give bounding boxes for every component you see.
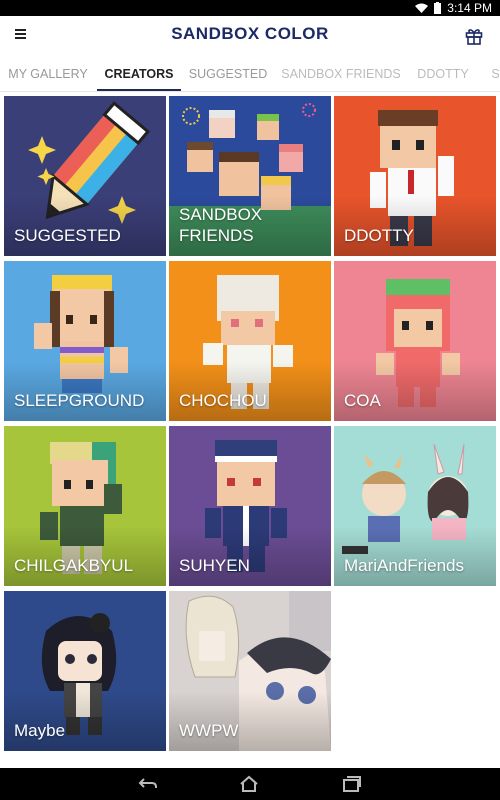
gift-icon[interactable]	[464, 26, 484, 46]
wifi-icon	[415, 3, 429, 14]
tab-ddotty[interactable]: DDOTTY	[412, 56, 474, 91]
system-nav-bar	[0, 768, 500, 800]
home-icon[interactable]	[238, 774, 260, 794]
tab-creators[interactable]: CREATORS	[97, 56, 181, 91]
app-bar: SANDBOX COLOR	[0, 16, 500, 56]
back-icon[interactable]	[137, 774, 159, 794]
card-ddotty[interactable]: DDOTTY	[334, 96, 496, 256]
card-label: MariAndFriends	[344, 556, 464, 575]
card-label: SUHYEN	[179, 556, 250, 575]
tab-bar: MY GALLERY CREATORS SUGGESTED SANDBOX FR…	[0, 56, 500, 92]
status-time: 3:14 PM	[447, 1, 492, 15]
recent-apps-icon[interactable]	[340, 774, 362, 794]
card-sandbox-friends[interactable]: SANDBOX FRIENDS	[169, 96, 331, 256]
card-wwpw[interactable]: WWPW	[169, 591, 331, 751]
card-mariandfriends[interactable]: MariAndFriends	[334, 426, 496, 586]
tab-suggested[interactable]: SUGGESTED	[186, 56, 270, 91]
card-chilgakbyul[interactable]: CHILGAKBYUL	[4, 426, 166, 586]
card-coa[interactable]: COA	[334, 261, 496, 421]
card-suhyen[interactable]: SUHYEN	[169, 426, 331, 586]
card-label: DDOTTY	[344, 226, 414, 245]
tab-my-gallery[interactable]: MY GALLERY	[0, 56, 96, 91]
tab-sandbox-friends[interactable]: SANDBOX FRIENDS	[278, 56, 404, 91]
card-label: SUGGESTED	[14, 226, 121, 245]
card-label: CHILGAKBYUL	[14, 556, 134, 575]
status-bar: 3:14 PM	[0, 0, 500, 16]
battery-icon	[434, 2, 442, 14]
card-label: CHOCHOU	[179, 391, 267, 410]
card-suggested[interactable]: SUGGESTED	[4, 96, 166, 256]
card-chochou[interactable]: CHOCHOU	[169, 261, 331, 421]
creators-grid: SUGGESTED SANDBOX FRIENDS DDOTTY SLEEPGR…	[0, 93, 500, 768]
card-label: SANDBOX FRIENDS	[179, 205, 263, 245]
card-maybe[interactable]: Maybe	[4, 591, 166, 751]
app-title: SANDBOX COLOR	[171, 24, 329, 43]
card-label: Maybe	[14, 721, 66, 740]
card-label: COA	[344, 391, 381, 410]
tab-sl[interactable]: SL	[484, 56, 500, 91]
card-label: WWPW	[179, 721, 239, 740]
card-label: SLEEPGROUND	[14, 391, 145, 410]
card-sleepground[interactable]: SLEEPGROUND	[4, 261, 166, 421]
